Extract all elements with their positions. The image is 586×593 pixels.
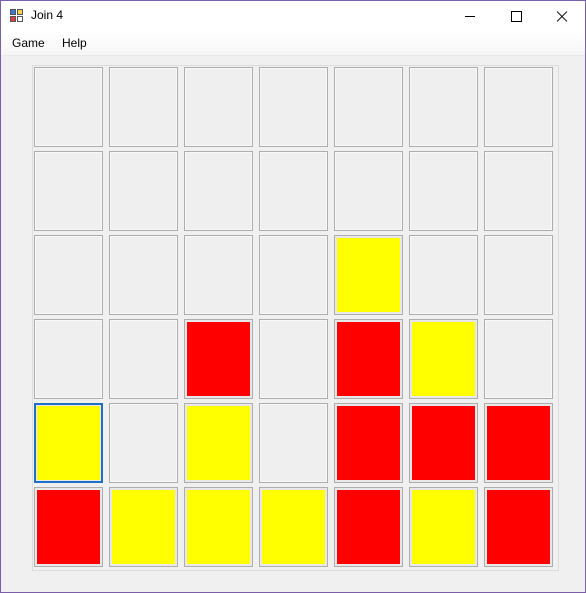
- board-cell-r6-c2-yellow[interactable]: [109, 487, 178, 567]
- board-cell-r6-c7-red[interactable]: [484, 487, 553, 567]
- board-cell-r4-c5-red[interactable]: [334, 319, 403, 399]
- board-cell-r6-c4-yellow[interactable]: [259, 487, 328, 567]
- board-cell-r2-c7-empty[interactable]: [484, 151, 553, 231]
- board-cell-r3-c7-empty[interactable]: [484, 235, 553, 315]
- board-cell-r1-c7-empty[interactable]: [484, 67, 553, 147]
- board-cell-r1-c6-empty[interactable]: [409, 67, 478, 147]
- board-cell-r3-c2-empty[interactable]: [109, 235, 178, 315]
- board-cell-r6-c1-red[interactable]: [34, 487, 103, 567]
- board-cell-r5-c4-empty[interactable]: [259, 403, 328, 483]
- board-cell-r3-c1-empty[interactable]: [34, 235, 103, 315]
- close-button[interactable]: [539, 1, 585, 31]
- board-cell-r5-c2-empty[interactable]: [109, 403, 178, 483]
- board-cell-r4-c1-empty[interactable]: [34, 319, 103, 399]
- board-cell-r5-c1-yellow[interactable]: [34, 403, 103, 483]
- board-cell-r1-c5-empty[interactable]: [334, 67, 403, 147]
- app-window: Join 4 Game Help: [0, 0, 586, 593]
- board-cell-r3-c3-empty[interactable]: [184, 235, 253, 315]
- maximize-button[interactable]: [493, 1, 539, 31]
- menu-help[interactable]: Help: [62, 36, 87, 50]
- board-cell-r2-c6-empty[interactable]: [409, 151, 478, 231]
- board-cell-r4-c4-empty[interactable]: [259, 319, 328, 399]
- board-cell-r2-c5-empty[interactable]: [334, 151, 403, 231]
- board-cell-r2-c2-empty[interactable]: [109, 151, 178, 231]
- maximize-icon: [510, 10, 522, 22]
- board-cell-r4-c2-empty[interactable]: [109, 319, 178, 399]
- board-cell-r6-c5-red[interactable]: [334, 487, 403, 567]
- menu-game[interactable]: Game: [12, 36, 45, 50]
- close-icon: [556, 10, 568, 22]
- minimize-button[interactable]: [447, 1, 493, 31]
- board-cell-r3-c6-empty[interactable]: [409, 235, 478, 315]
- board-cell-r2-c4-empty[interactable]: [259, 151, 328, 231]
- board-cell-r4-c6-yellow[interactable]: [409, 319, 478, 399]
- board-cell-r1-c4-empty[interactable]: [259, 67, 328, 147]
- board-cell-r5-c5-red[interactable]: [334, 403, 403, 483]
- board-cell-r6-c3-yellow[interactable]: [184, 487, 253, 567]
- board-cell-r6-c6-yellow[interactable]: [409, 487, 478, 567]
- board-cell-r4-c3-red[interactable]: [184, 319, 253, 399]
- window-title: Join 4: [31, 8, 64, 22]
- board-cell-r4-c7-empty[interactable]: [484, 319, 553, 399]
- board-cell-r2-c1-empty[interactable]: [34, 151, 103, 231]
- board-cell-r1-c1-empty[interactable]: [34, 67, 103, 147]
- menu-bar: Game Help: [1, 31, 585, 56]
- game-board: [32, 65, 559, 571]
- board-cell-r3-c5-yellow[interactable]: [334, 235, 403, 315]
- title-bar[interactable]: Join 4: [1, 1, 585, 31]
- board-cell-r1-c3-empty[interactable]: [184, 67, 253, 147]
- board-cell-r2-c3-empty[interactable]: [184, 151, 253, 231]
- minimize-icon: [465, 15, 475, 17]
- board-cell-r5-c7-red[interactable]: [484, 403, 553, 483]
- board-cell-r3-c4-empty[interactable]: [259, 235, 328, 315]
- board-cell-r1-c2-empty[interactable]: [109, 67, 178, 147]
- board-cell-r5-c3-yellow[interactable]: [184, 403, 253, 483]
- board-cell-r5-c6-red[interactable]: [409, 403, 478, 483]
- app-icon[interactable]: [10, 9, 24, 23]
